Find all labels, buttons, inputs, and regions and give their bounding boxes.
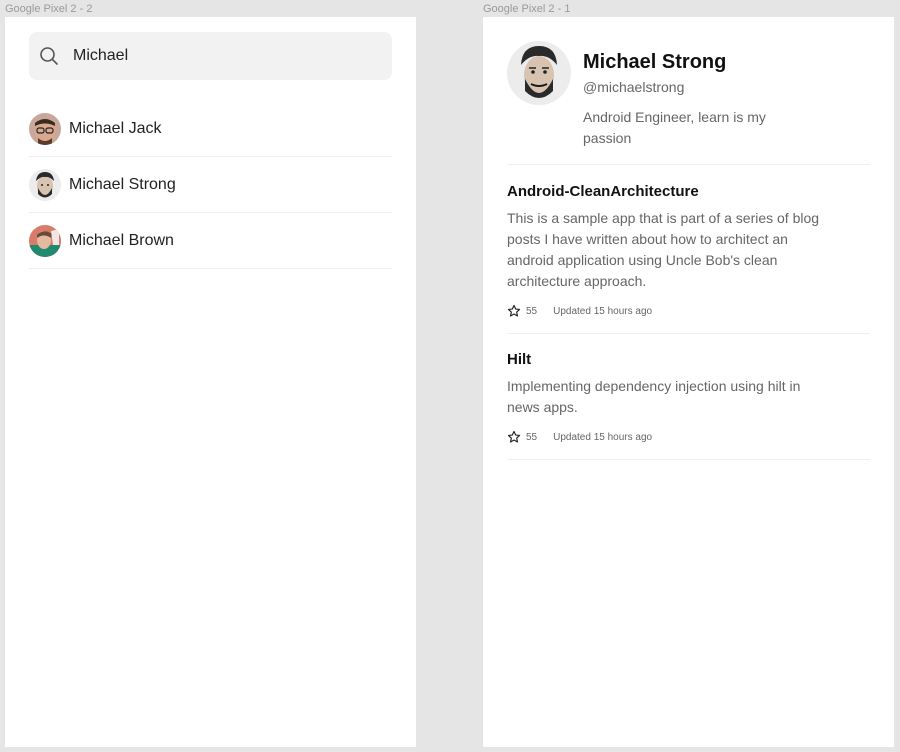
profile-handle: @michaelstrong bbox=[583, 79, 685, 95]
result-name: Michael Jack bbox=[69, 119, 162, 137]
profile-name: Michael Strong bbox=[583, 51, 727, 73]
avatar bbox=[507, 41, 571, 105]
repo-description: Implementing dependency injection using … bbox=[507, 378, 801, 415]
star-count: 55 bbox=[526, 431, 538, 443]
search-input[interactable] bbox=[73, 41, 363, 71]
search-icon bbox=[39, 46, 59, 66]
repo-meta: 55 Updated 15 hours ago bbox=[507, 430, 870, 444]
star-icon[interactable] bbox=[507, 304, 521, 318]
repo-card[interactable]: Hilt Implementing dependency injection u… bbox=[507, 349, 870, 460]
updated-time: Updated 15 hours ago bbox=[553, 305, 653, 317]
search-screen: Michael Jack Michael Strong bbox=[5, 17, 416, 747]
frame-label-profile: Google Pixel 2 - 1 bbox=[483, 3, 571, 15]
search-result-michael-strong[interactable]: Michael Strong bbox=[29, 157, 392, 213]
repo-card[interactable]: Android-CleanArchitecture This is a samp… bbox=[507, 181, 870, 334]
search-results-list: Michael Jack Michael Strong Michael Brow… bbox=[29, 101, 392, 269]
updated-time: Updated 15 hours ago bbox=[553, 431, 653, 443]
avatar bbox=[29, 168, 61, 201]
profile-bio: Android Engineer, learn is my passion bbox=[583, 109, 766, 146]
avatar bbox=[29, 112, 61, 145]
star-count: 55 bbox=[526, 305, 538, 317]
repo-description: This is a sample app that is part of a s… bbox=[507, 210, 820, 289]
avatar bbox=[29, 224, 61, 257]
search-result-michael-brown[interactable]: Michael Brown bbox=[29, 213, 392, 269]
result-name: Michael Strong bbox=[69, 175, 176, 193]
profile-screen: Michael Strong @michaelstrong Android En… bbox=[483, 17, 894, 747]
repo-meta: 55 Updated 15 hours ago bbox=[507, 304, 870, 318]
repo-title[interactable]: Hilt bbox=[507, 351, 870, 368]
frame-label-search: Google Pixel 2 - 2 bbox=[5, 3, 93, 15]
search-bar[interactable] bbox=[29, 32, 392, 80]
star-icon[interactable] bbox=[507, 430, 521, 444]
repo-title[interactable]: Android-CleanArchitecture bbox=[507, 183, 870, 200]
search-result-michael-jack[interactable]: Michael Jack bbox=[29, 101, 392, 157]
result-name: Michael Brown bbox=[69, 231, 174, 249]
profile-header: Michael Strong @michaelstrong Android En… bbox=[507, 41, 870, 165]
